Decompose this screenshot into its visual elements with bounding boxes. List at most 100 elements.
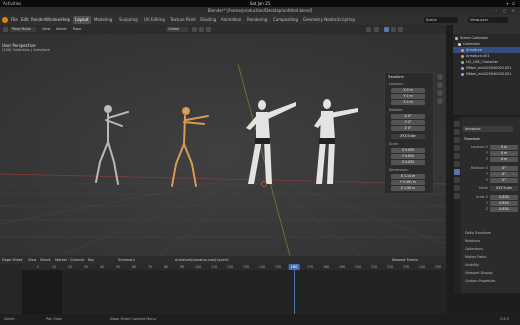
tab-layout[interactable]: Layout	[73, 16, 91, 24]
outliner-header	[453, 25, 520, 34]
transform-section-header[interactable]: Transform	[464, 137, 480, 141]
frame-ruler[interactable]: 0 10 20 30 40 50 60 70 80 90 100 110 120 130 140 150 170…	[22, 264, 446, 270]
tab-rendering[interactable]: Rendering	[245, 16, 269, 24]
menu-file[interactable]: File	[11, 15, 18, 25]
scene-selector[interactable]: Scene	[424, 17, 458, 23]
action-selector[interactable]: Armature|mixamo.com|Layer0	[175, 256, 228, 264]
prop-rotation-x-field[interactable]: 0°	[490, 166, 518, 171]
render-tab-icon[interactable]	[454, 129, 460, 135]
object-tab-icon[interactable]	[454, 169, 460, 175]
playhead[interactable]	[294, 270, 295, 314]
mesh-icon	[461, 72, 464, 76]
mode-dropdown[interactable]: Pose Mode	[10, 27, 36, 32]
location-z-field[interactable]: Z 0 m	[391, 100, 425, 105]
frame-tick: 80	[163, 265, 169, 269]
dope-sheet-select-menu[interactable]: Select	[40, 256, 51, 264]
view-layer-tab-icon[interactable]	[454, 145, 460, 151]
proportional-icon[interactable]	[206, 27, 211, 32]
pose-menu[interactable]: Pose	[71, 27, 83, 32]
prop-scale-z-field[interactable]: 0.830	[490, 207, 518, 212]
custom-properties-section[interactable]: Custom Properties	[465, 279, 495, 283]
scale-z-field[interactable]: Z 0.830	[391, 160, 425, 165]
rotation-mode-dropdown[interactable]: XYZ Euler	[391, 134, 425, 139]
snap-icon[interactable]	[199, 27, 204, 32]
interpolation-dropdown[interactable]: Nearest Frame	[392, 256, 418, 264]
rotation-x-field[interactable]: X 0°	[391, 114, 425, 119]
perspective-toggle-icon[interactable]	[437, 98, 443, 104]
bone-tab-icon[interactable]	[454, 193, 460, 199]
dope-sheet-channel-menu[interactable]: Channel	[70, 256, 84, 264]
prop-location-z-field[interactable]: 0 m	[490, 157, 518, 162]
prop-rotation-mode-dropdown[interactable]: XYZ Euler	[490, 186, 518, 191]
prop-rotation-z-field[interactable]: 0°	[490, 178, 518, 183]
view-menu[interactable]: View	[40, 27, 52, 32]
3d-viewport[interactable]: User Perspective (150) Collection | Arma…	[0, 34, 446, 256]
constraints-tab-icon[interactable]	[454, 177, 460, 183]
summary-toggle[interactable]: Summary	[118, 256, 135, 264]
delta-transform-section[interactable]: Delta Transform	[465, 231, 491, 235]
location-y-field[interactable]: Y 0 m	[391, 94, 425, 99]
tab-texture-paint[interactable]: Texture Paint	[168, 16, 198, 24]
menu-help[interactable]: Help	[61, 15, 70, 25]
output-tab-icon[interactable]	[454, 137, 460, 143]
view-layer-selector[interactable]: ViewLayer	[468, 17, 508, 23]
rendered-shading-icon[interactable]	[398, 27, 403, 32]
relations-section[interactable]: Relations	[465, 239, 480, 243]
collections-section[interactable]: Collections	[465, 247, 483, 251]
viewport-display-section[interactable]: Viewport Display	[465, 271, 493, 275]
tab-scripting[interactable]: Scripting	[335, 16, 357, 24]
dope-sheet-key-menu[interactable]: Key	[88, 256, 94, 264]
tab-geometry-nodes[interactable]: Geometry Nodes	[301, 16, 339, 24]
editor-type-icon[interactable]	[3, 27, 8, 32]
prop-scale-x-field[interactable]: 0.830	[490, 195, 518, 200]
prop-location-x-field[interactable]: 0 m	[490, 145, 518, 150]
location-x-field[interactable]: X 0 m	[391, 88, 425, 93]
outliner-row-mesh-2[interactable]: HBbel_zic0425040030.001	[453, 71, 520, 77]
pan-icon[interactable]	[437, 82, 443, 88]
scene-tab-icon[interactable]	[454, 153, 460, 159]
pivot-icon[interactable]	[192, 27, 197, 32]
dope-sheet-mode-dropdown[interactable]: Dope Sheet	[2, 256, 22, 264]
motion-paths-section[interactable]: Motion Paths	[465, 255, 486, 259]
collection-icon	[455, 36, 458, 40]
tab-compositing[interactable]: Compositing	[271, 16, 300, 24]
tab-modeling[interactable]: Modeling	[92, 16, 114, 24]
dope-sheet-view-menu[interactable]: View	[28, 256, 36, 264]
top-menu-bar: File Edit Render Window Help Layout Mode…	[0, 15, 520, 25]
camera-view-icon[interactable]	[437, 90, 443, 96]
rotation-y-field[interactable]: Y 0°	[391, 120, 425, 125]
tab-sculpting[interactable]: Sculpting	[117, 16, 140, 24]
object-name-field[interactable]: Armature	[463, 126, 513, 132]
overlay-icon[interactable]	[366, 27, 371, 32]
tab-shading[interactable]: Shading	[198, 16, 218, 24]
transform-orientation-dropdown[interactable]: Global	[166, 27, 188, 32]
material-shading-icon[interactable]	[391, 27, 396, 32]
select-menu[interactable]: Select	[54, 27, 69, 32]
data-tab-icon[interactable]	[454, 185, 460, 191]
blender-logo-icon[interactable]	[2, 17, 8, 23]
tab-animation[interactable]: Animation	[219, 16, 243, 24]
menu-edit[interactable]: Edit	[21, 15, 29, 25]
world-tab-icon[interactable]	[454, 161, 460, 167]
system-clock[interactable]: Sat Jan 25	[0, 0, 520, 7]
scale-x-field[interactable]: X 0.830	[391, 148, 425, 153]
scale-y-field[interactable]: Y 0.830	[391, 154, 425, 159]
dimensions-z-field[interactable]: Z 1.98 m	[391, 186, 425, 191]
prop-rotation-y-field[interactable]: 0°	[490, 172, 518, 177]
solid-shading-icon[interactable]	[384, 27, 389, 32]
prop-location-y-field[interactable]: 0 m	[490, 151, 518, 156]
zoom-icon[interactable]	[437, 74, 443, 80]
dimensions-y-field[interactable]: Y 0.491 m	[391, 180, 425, 185]
system-tray[interactable]: ▾ ⏻	[507, 0, 516, 7]
dimensions-x-field[interactable]: X 1.14 m	[391, 174, 425, 179]
visibility-section[interactable]: Visibility	[465, 263, 479, 267]
prop-scale-y-field[interactable]: 0.830	[490, 201, 518, 206]
tool-tab-icon[interactable]	[454, 121, 460, 127]
menu-window[interactable]: Window	[45, 15, 61, 25]
tab-uv-editing[interactable]: UV Editing	[142, 16, 167, 24]
rotation-z-field[interactable]: Z 0°	[391, 126, 425, 131]
xray-icon[interactable]	[374, 27, 379, 32]
dope-sheet-marker-menu[interactable]: Marker	[55, 256, 67, 264]
window-controls[interactable]: – ▢ ✕	[495, 7, 517, 15]
menu-render[interactable]: Render	[31, 15, 45, 25]
